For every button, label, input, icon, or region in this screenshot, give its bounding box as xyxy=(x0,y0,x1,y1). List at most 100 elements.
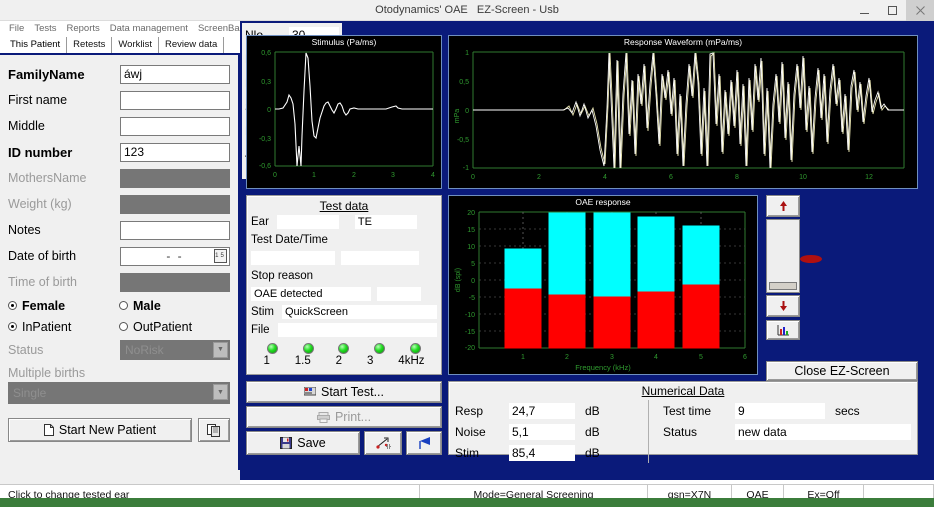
familyname-input[interactable]: áwj xyxy=(120,64,230,84)
multiple-births-select: Single ▼ xyxy=(8,382,230,404)
svg-text:4: 4 xyxy=(431,172,435,179)
file-label: File xyxy=(251,324,270,336)
stop-reason-value[interactable]: OAE detected xyxy=(251,287,371,301)
tab-retests[interactable]: Retests xyxy=(67,37,113,53)
close-ez-screen-label: Close EZ-Screen xyxy=(794,364,890,378)
svg-text:4: 4 xyxy=(654,354,658,361)
svg-text:0: 0 xyxy=(267,107,271,114)
svg-text:10: 10 xyxy=(799,174,807,181)
response-waveform-chart[interactable]: Response Waveform (mPa/ms) 1 0,5 0 -0,5 … xyxy=(448,35,918,189)
svg-text:20: 20 xyxy=(467,210,475,217)
sex-radio-group: Female Male xyxy=(8,295,230,316)
radio-outpatient[interactable]: OutPatient xyxy=(119,320,230,334)
save-button[interactable]: Save xyxy=(246,431,360,455)
stimulus-chart[interactable]: Stimulus (Pa/ms) 0,6 0,3 0 -0,3 -0,6 0 1… xyxy=(246,35,442,189)
chevron-down-icon-2: ▼ xyxy=(213,384,228,400)
ear-te-value[interactable]: TE xyxy=(354,215,417,229)
chevron-down-icon: ▼ xyxy=(213,341,228,358)
radio-inpatient-dot xyxy=(8,322,17,331)
svg-text:-10: -10 xyxy=(465,312,475,319)
minimize-button[interactable] xyxy=(850,0,878,21)
tab-review-data[interactable]: Review data xyxy=(159,37,225,53)
menu-item-file[interactable]: File xyxy=(4,23,29,34)
test-time-value[interactable] xyxy=(341,251,419,265)
svg-text:8: 8 xyxy=(735,174,739,181)
radio-inpatient[interactable]: InPatient xyxy=(8,320,119,334)
radio-female[interactable]: Female xyxy=(8,299,119,313)
field-row-dateofbirth: Date of birth - - 15 xyxy=(8,243,230,269)
close-button[interactable] xyxy=(906,0,934,21)
dateofbirth-label: Date of birth xyxy=(8,249,77,263)
patient-action-row: Start New Patient xyxy=(8,418,230,442)
scroll-up-button[interactable] xyxy=(766,195,800,217)
menu-item-tests[interactable]: Tests xyxy=(29,23,61,34)
maximize-button[interactable] xyxy=(878,0,906,21)
scroll-slider-track[interactable] xyxy=(766,219,800,293)
test-date-value[interactable] xyxy=(251,251,335,265)
notes-label: Notes xyxy=(8,223,41,237)
svg-text:5: 5 xyxy=(471,261,475,268)
printer-icon xyxy=(316,411,330,423)
calendar-icon[interactable]: 15 xyxy=(214,248,227,263)
stim-db-value: 85,4 xyxy=(509,444,575,461)
svg-text:0: 0 xyxy=(465,108,469,115)
arrow-down-icon xyxy=(779,301,787,311)
field-row-firstname: First name xyxy=(8,87,230,113)
marker-button[interactable] xyxy=(364,431,402,455)
resp-row: Resp 24,7 dB xyxy=(455,400,648,421)
firstname-input[interactable] xyxy=(120,90,230,110)
scroll-slider-thumb[interactable] xyxy=(769,282,797,290)
copy-patient-button[interactable] xyxy=(198,418,230,442)
svg-text:2: 2 xyxy=(537,174,541,181)
radio-male[interactable]: Male xyxy=(119,299,230,313)
menu-bar: File Tests Reports Data management Scree… xyxy=(0,21,279,36)
stim-value[interactable]: QuickScreen xyxy=(282,305,437,319)
stop-reason-extra[interactable] xyxy=(377,287,421,301)
menu-item-data-management[interactable]: Data management xyxy=(105,23,193,34)
taskbar-strip xyxy=(0,498,934,507)
field-row-idnumber: ID number 123 xyxy=(8,139,230,165)
led-2khz xyxy=(338,343,350,354)
menu-item-reports[interactable]: Reports xyxy=(62,23,105,34)
file-value[interactable] xyxy=(277,323,437,337)
tab-this-patient[interactable]: This Patient xyxy=(4,37,68,53)
status-row-num: Status new data xyxy=(663,421,911,442)
title-bar: Otodynamics' OAE EZ-Screen - Usb xyxy=(0,0,934,21)
middle-input[interactable] xyxy=(120,116,230,136)
stim-db-unit: dB xyxy=(585,445,600,460)
arrow-up-icon xyxy=(779,201,787,211)
idnumber-label: ID number xyxy=(8,144,73,160)
svg-text:-1: -1 xyxy=(463,165,469,172)
response-chart-plot: 1 0,5 0 -0,5 -1 mPa 0 2 4 6 8 10 12 xyxy=(449,36,917,188)
marker-icon xyxy=(376,437,391,449)
ear-value[interactable] xyxy=(276,215,339,229)
svg-text:-20: -20 xyxy=(465,345,475,352)
numerical-data-left: Resp 24,7 dB Noise 5,1 dB Stim 85,4 dB xyxy=(455,400,649,463)
start-test-button[interactable]: Start Test... xyxy=(246,381,442,403)
led-label-3: 3 xyxy=(366,355,374,367)
idnumber-input[interactable]: 123 xyxy=(120,142,230,162)
start-new-patient-button[interactable]: Start New Patient xyxy=(8,418,192,442)
graph-view-button[interactable] xyxy=(766,320,800,340)
multiple-births-label: Multiple births xyxy=(8,366,86,380)
dateofbirth-value: - - xyxy=(166,248,184,263)
svg-text:10: 10 xyxy=(467,244,475,251)
stim-db-label: Stim xyxy=(455,445,479,460)
close-ez-screen-button[interactable]: Close EZ-Screen xyxy=(766,361,918,381)
dateofbirth-input[interactable]: - - 15 xyxy=(120,246,230,266)
scroll-down-button[interactable] xyxy=(766,295,800,317)
status-num-value: new data xyxy=(735,423,911,440)
field-row-familyname: FamilyName áwj xyxy=(8,61,230,87)
oae-chart-title: OAE response xyxy=(575,197,631,207)
resp-value: 24,7 xyxy=(509,402,575,419)
print-button: Print... xyxy=(246,406,442,428)
ear-label: Ear xyxy=(251,216,269,228)
notes-input[interactable] xyxy=(120,220,230,240)
oae-response-chart[interactable]: OAE response 20 15 10 5 0 -5 -10 -15 -20… xyxy=(448,195,758,375)
led-1khz xyxy=(267,343,279,354)
tab-worklist[interactable]: Worklist xyxy=(112,37,159,53)
noise-label: Noise xyxy=(455,424,486,439)
flag-button[interactable] xyxy=(406,431,442,455)
measurement-area: Stimulus (Pa/ms) 0,6 0,3 0 -0,3 -0,6 0 1… xyxy=(240,21,934,480)
file-row: File xyxy=(247,321,441,339)
